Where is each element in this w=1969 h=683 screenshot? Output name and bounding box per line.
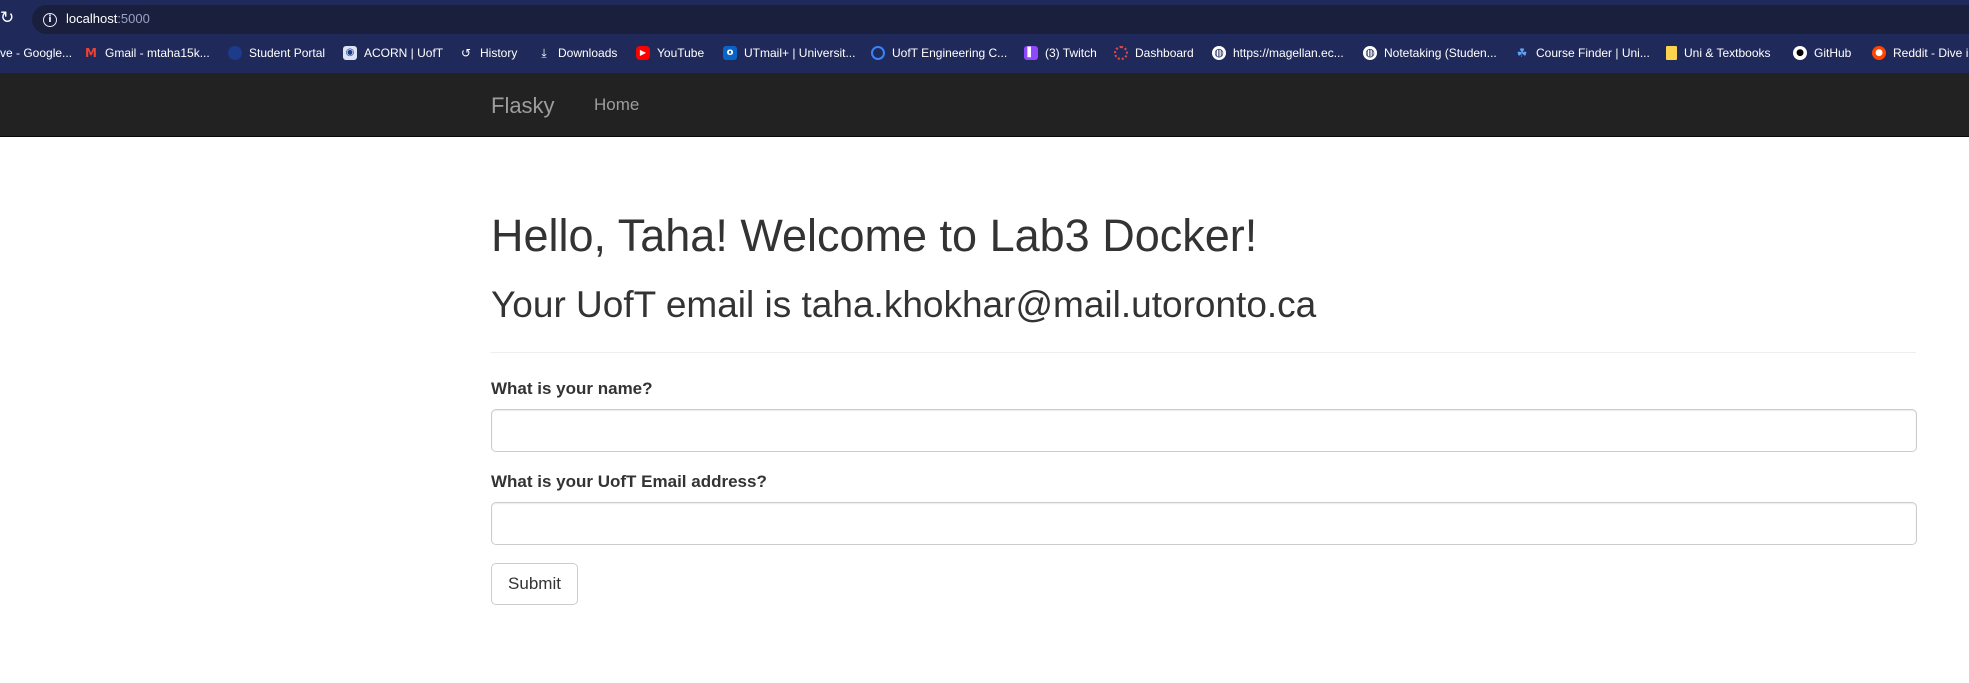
download-icon: ⤓ [541, 46, 547, 60]
reload-icon[interactable]: ↻ [0, 8, 20, 28]
bookmark-label: Downloads [558, 46, 618, 60]
folder-icon [1666, 46, 1677, 60]
bookmark-downloads[interactable]: ⤓ Downloads [537, 42, 617, 64]
globe-icon: ◍ [1363, 46, 1377, 60]
bookmark-label: Dashboard [1135, 46, 1194, 60]
bookmark-label: ve - Google... [0, 46, 73, 60]
reddit-icon: ● [1872, 46, 1886, 60]
navbar-brand[interactable]: Flasky [491, 93, 555, 119]
email-heading: Your UofT email is taha.khokhar@mail.uto… [491, 284, 1317, 325]
bookmark-youtube[interactable]: ▶ YouTube [636, 42, 704, 64]
address-bar[interactable]: i localhost:5000 [32, 5, 1969, 34]
bookmark-google[interactable]: ve - Google... [0, 42, 72, 64]
browser-toolbar: ↻ i localhost:5000 ve - Google... M Gmai… [0, 0, 1969, 73]
bookmark-label: Student Portal [249, 46, 326, 60]
bookmark-twitch[interactable]: ▌ (3) Twitch [1024, 42, 1097, 64]
github-icon: ● [1793, 46, 1807, 60]
outlook-icon: o [723, 46, 737, 60]
bookmark-label: Gmail - mtaha15k... [105, 46, 210, 60]
bookmark-uni-textbooks[interactable]: Uni & Textbooks [1666, 42, 1771, 64]
bookmark-label: Reddit - Dive i [1893, 46, 1969, 60]
bookmark-label: Notetaking (Studen... [1384, 46, 1497, 60]
bookmark-label: Uni & Textbooks [1684, 46, 1771, 60]
dashboard-icon [1114, 46, 1128, 60]
twitch-icon: ▌ [1024, 46, 1038, 60]
bookmark-label: UTmail+ | Universit... [744, 46, 856, 60]
bookmark-acorn[interactable]: ◉ ACORN | UofT [343, 42, 443, 64]
bookmark-student-portal[interactable]: Student Portal [228, 42, 325, 64]
url-text: localhost:5000 [66, 11, 150, 26]
bookmark-notetaking[interactable]: ◍ Notetaking (Studen... [1363, 42, 1497, 64]
url-port: :5000 [117, 11, 150, 26]
divider [491, 352, 1916, 353]
bookmark-label: YouTube [657, 46, 705, 60]
address-row: ↻ i localhost:5000 [0, 0, 1969, 36]
bookmark-utmail[interactable]: o UTmail+ | Universit... [723, 42, 855, 64]
bookmark-label: Course Finder | Uni... [1536, 46, 1650, 60]
bookmark-github[interactable]: ● GitHub [1793, 42, 1851, 64]
student-portal-icon [228, 46, 242, 60]
page-title: Hello, Taha! Welcome to Lab3 Docker! [491, 210, 1258, 261]
navbar: Flasky Home [0, 73, 1969, 137]
bookmark-label: (3) Twitch [1045, 46, 1097, 60]
email-input[interactable] [491, 502, 1917, 545]
bookmark-uoft-engineering[interactable]: UofT Engineering C... [871, 42, 1007, 64]
submit-button[interactable]: Submit [491, 563, 578, 605]
course-finder-icon: ☘ [1516, 46, 1528, 60]
url-host: localhost [66, 11, 118, 26]
bookmark-reddit[interactable]: ● Reddit - Dive i [1872, 42, 1968, 64]
bookmark-history[interactable]: ↺ History [459, 42, 517, 64]
globe-icon: ◍ [1212, 46, 1226, 60]
site-info-icon[interactable]: i [43, 13, 57, 27]
nav-home-link[interactable]: Home [594, 95, 639, 115]
acorn-icon: ◉ [343, 46, 357, 60]
name-field-label: What is your name? [491, 379, 653, 398]
bookmark-gmail[interactable]: M Gmail - mtaha15k... [84, 42, 210, 64]
email-field-label: What is your UofT Email address? [491, 472, 767, 491]
history-icon: ↺ [460, 46, 472, 60]
youtube-icon: ▶ [636, 46, 650, 60]
gmail-icon: M [85, 46, 97, 60]
bookmark-dashboard[interactable]: Dashboard [1114, 42, 1194, 64]
name-input[interactable] [491, 409, 1917, 452]
bookmark-label: History [480, 46, 518, 60]
engineering-icon [871, 46, 885, 60]
bookmark-label: https://magellan.ec... [1233, 46, 1344, 60]
bookmark-course-finder[interactable]: ☘ Course Finder | Uni... [1515, 42, 1650, 64]
bookmark-label: UofT Engineering C... [892, 46, 1008, 60]
bookmark-magellan[interactable]: ◍ https://magellan.ec... [1212, 42, 1344, 64]
bookmark-label: ACORN | UofT [364, 46, 444, 60]
bookmark-label: GitHub [1814, 46, 1852, 60]
